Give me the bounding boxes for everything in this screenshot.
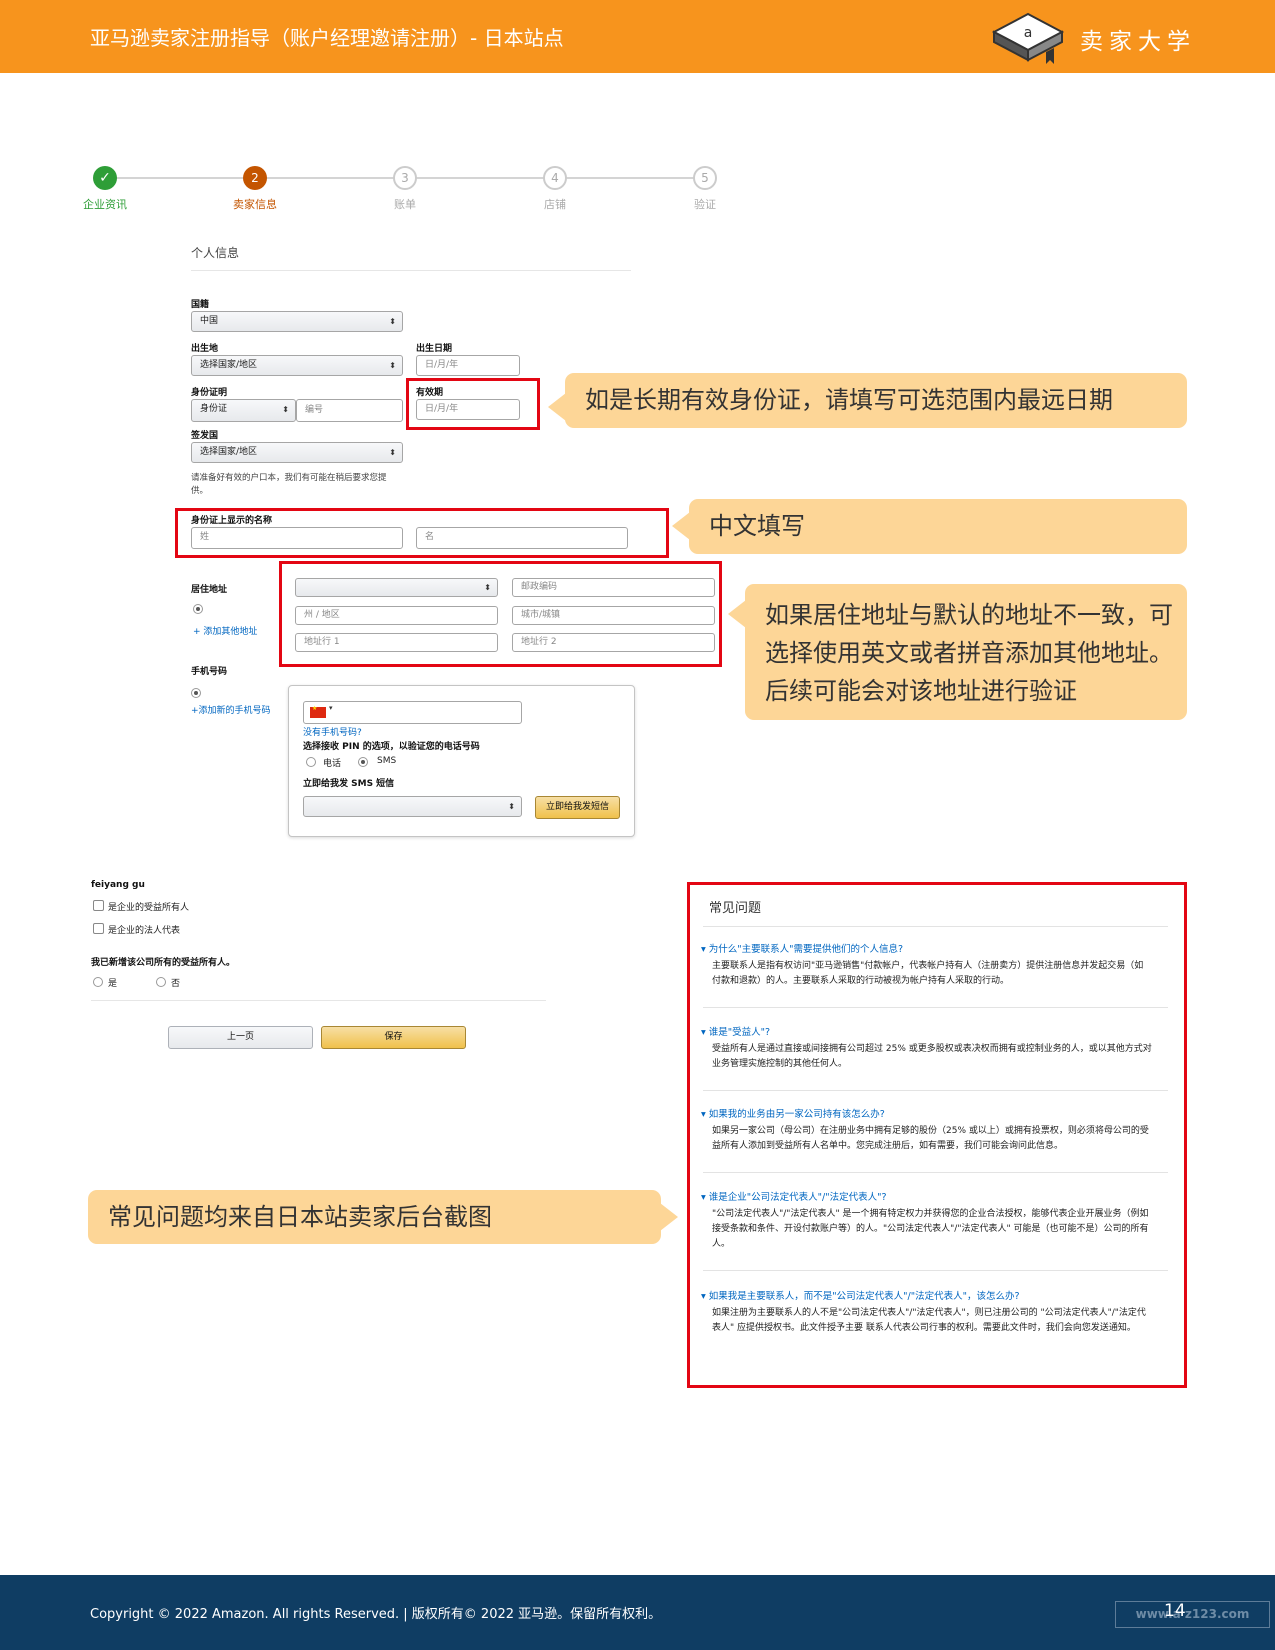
faq-question-3[interactable]: ▾ 如果我的业务由另一家公司持有该怎么办? bbox=[701, 1106, 885, 1120]
form-divider bbox=[91, 1000, 546, 1001]
faq-callout-pointer bbox=[660, 1203, 678, 1231]
section-divider bbox=[191, 270, 631, 271]
issuer-label: 签发国 bbox=[191, 431, 219, 441]
previous-page-button[interactable]: 上一页 bbox=[168, 1026, 313, 1049]
yes-label: 是 bbox=[108, 979, 118, 989]
faq-answer-1: 主要联系人是指有权访问"亚马逊销售"付款帐户，代表帐户持有人（注册卖方）提供注册… bbox=[712, 961, 1144, 986]
chevron-down-icon: ▾ bbox=[329, 704, 333, 712]
step-4-indicator: 4 bbox=[543, 166, 567, 190]
step-3-indicator: 3 bbox=[393, 166, 417, 190]
nationality-label: 国籍 bbox=[191, 300, 210, 310]
add-address-link[interactable]: + 添加其他地址 bbox=[193, 624, 257, 637]
faq-question-4-text: 谁是企业"公司法定代表人"/"法定代表人"? bbox=[708, 1192, 887, 1203]
no-radio[interactable] bbox=[156, 977, 166, 987]
sms-option-label: SMS bbox=[377, 756, 397, 766]
faq-answer-3: 如果另一家公司（母公司）在注册业务中拥有足够的股份（25% 或以上）或拥有投票权… bbox=[712, 1126, 1149, 1151]
faq-question-1[interactable]: ▾ 为什么"主要联系人"需要提供他们的个人信息? bbox=[701, 941, 903, 955]
step-5-indicator: 5 bbox=[693, 166, 717, 190]
phone-number-input[interactable] bbox=[303, 701, 522, 724]
pin-option-label: 选择接收 PIN 的选项，以验证您的电话号码 bbox=[303, 742, 480, 752]
faq-title: 常见问题 bbox=[709, 901, 762, 916]
logo-text: 卖家大学 bbox=[1080, 29, 1196, 55]
page-number: 14 bbox=[1164, 1601, 1186, 1621]
birthplace-label: 出生地 bbox=[191, 344, 219, 354]
step-1-label: 企业资讯 bbox=[83, 198, 127, 211]
send-sms-button[interactable]: 立即给我发短信 bbox=[535, 796, 620, 819]
beneficial-owner-label: 是企业的受益所有人 bbox=[108, 903, 190, 913]
faq-question-3-text: 如果我的业务由另一家公司持有该怎么办? bbox=[708, 1109, 885, 1120]
call-option-label: 电话 bbox=[323, 759, 342, 769]
faq-divider bbox=[703, 1007, 1168, 1008]
faq-question-2[interactable]: ▾ 谁是"受益人"? bbox=[701, 1024, 770, 1038]
yes-radio[interactable] bbox=[93, 977, 103, 987]
birthplace-select[interactable]: 选择国家/地区 bbox=[191, 355, 403, 376]
section-title: 个人信息 bbox=[191, 246, 240, 260]
legal-rep-label: 是企业的法人代表 bbox=[108, 926, 181, 936]
birthdate-input[interactable]: 日/月/年 bbox=[416, 355, 520, 376]
phone-radio[interactable] bbox=[191, 688, 201, 698]
sms-radio[interactable] bbox=[358, 757, 368, 767]
call-radio[interactable] bbox=[306, 757, 316, 767]
expiry-highlight-box bbox=[406, 378, 540, 430]
copyright-text: Copyright © 2022 Amazon. All rights Rese… bbox=[90, 1607, 662, 1622]
beneficial-question: 我已新增该公司所有的受益所有人。 bbox=[91, 958, 236, 968]
faq-question-2-text: 谁是"受益人"? bbox=[708, 1027, 771, 1038]
id-type-select[interactable]: 身份证 bbox=[191, 399, 296, 422]
add-phone-link[interactable]: +添加新的手机号码 bbox=[191, 703, 271, 716]
step-2-label: 卖家信息 bbox=[233, 198, 277, 211]
address-radio[interactable] bbox=[193, 604, 203, 614]
faq-callout: 常见问题均来自日本站卖家后台截图 bbox=[88, 1190, 661, 1244]
faq-divider bbox=[703, 1172, 1168, 1173]
faq-question-1-text: 为什么"主要联系人"需要提供他们的个人信息? bbox=[708, 944, 904, 955]
step-3-label: 账单 bbox=[394, 198, 416, 211]
no-label: 否 bbox=[171, 979, 181, 989]
faq-answer-2: 受益所有人是通过直接或间接拥有公司超过 25% 或更多股权或表决权而拥有或控制业… bbox=[712, 1044, 1152, 1069]
save-button[interactable]: 保存 bbox=[321, 1026, 466, 1049]
person-name: feiyang gu bbox=[91, 880, 145, 890]
watermark: www.a z123.com bbox=[1115, 1601, 1270, 1628]
nationality-select[interactable]: 中国 bbox=[191, 311, 403, 332]
faq-divider bbox=[703, 1270, 1168, 1271]
step-2-indicator: 2 bbox=[243, 166, 267, 190]
address-label: 居住地址 bbox=[191, 585, 228, 595]
document-hint: 请准备好有效的户口本，我们有可能在稍后要求您提供。 bbox=[191, 473, 387, 496]
seller-university-logo-icon: a bbox=[991, 12, 1065, 64]
id-number-input[interactable]: 编号 bbox=[296, 399, 403, 422]
faq-question-4[interactable]: ▾ 谁是企业"公司法定代表人"/"法定代表人"? bbox=[701, 1189, 887, 1203]
address-highlight-box bbox=[279, 561, 722, 667]
step-4-label: 店铺 bbox=[544, 198, 566, 211]
id-proof-label: 身份证明 bbox=[191, 388, 228, 398]
faq-question-5-text: 如果我是主要联系人，而不是"公司法定代表人"/"法定代表人"，该怎么办? bbox=[708, 1291, 1020, 1302]
step-1-check-icon: ✓ bbox=[93, 166, 117, 190]
expiry-callout: 如是长期有效身份证，请填写可选范围内最远日期 bbox=[565, 373, 1187, 428]
name-callout: 中文填写 bbox=[689, 499, 1187, 554]
no-phone-link[interactable]: 没有手机号码? bbox=[303, 725, 362, 738]
send-sms-label: 立即给我发 SMS 短信 bbox=[303, 779, 395, 789]
page-title: 亚马逊卖家注册指导（账户经理邀请注册）- 日本站点 bbox=[90, 26, 564, 50]
language-select[interactable] bbox=[303, 796, 522, 817]
expiry-callout-pointer bbox=[548, 393, 566, 421]
faq-divider bbox=[703, 926, 1168, 927]
name-highlight-box bbox=[175, 508, 669, 558]
faq-divider bbox=[703, 1090, 1168, 1091]
china-flag-icon[interactable]: ★ bbox=[310, 705, 326, 718]
svg-text:a: a bbox=[1024, 25, 1033, 41]
faq-question-5[interactable]: ▾ 如果我是主要联系人，而不是"公司法定代表人"/"法定代表人"，该怎么办? bbox=[701, 1288, 1020, 1302]
legal-rep-checkbox[interactable] bbox=[93, 923, 104, 934]
step-5-label: 验证 bbox=[694, 198, 716, 211]
address-callout: 如果居住地址与默认的地址不一致，可选择使用英文或者拼音添加其他地址。后续可能会对… bbox=[745, 584, 1187, 720]
issuer-select[interactable]: 选择国家/地区 bbox=[191, 442, 403, 463]
phone-label: 手机号码 bbox=[191, 667, 228, 677]
birthdate-label: 出生日期 bbox=[416, 344, 453, 354]
beneficial-owner-checkbox[interactable] bbox=[93, 900, 104, 911]
faq-answer-5: 如果注册为主要联系人的人不是"公司法定代表人"/"法定代表人"，则已注册公司的 … bbox=[712, 1308, 1146, 1333]
address-callout-pointer bbox=[728, 600, 746, 628]
name-callout-pointer bbox=[672, 512, 690, 540]
faq-answer-4: "公司法定代表人"/"法定代表人" 是一个拥有特定权力并获得您的企业合法授权，能… bbox=[712, 1209, 1149, 1249]
